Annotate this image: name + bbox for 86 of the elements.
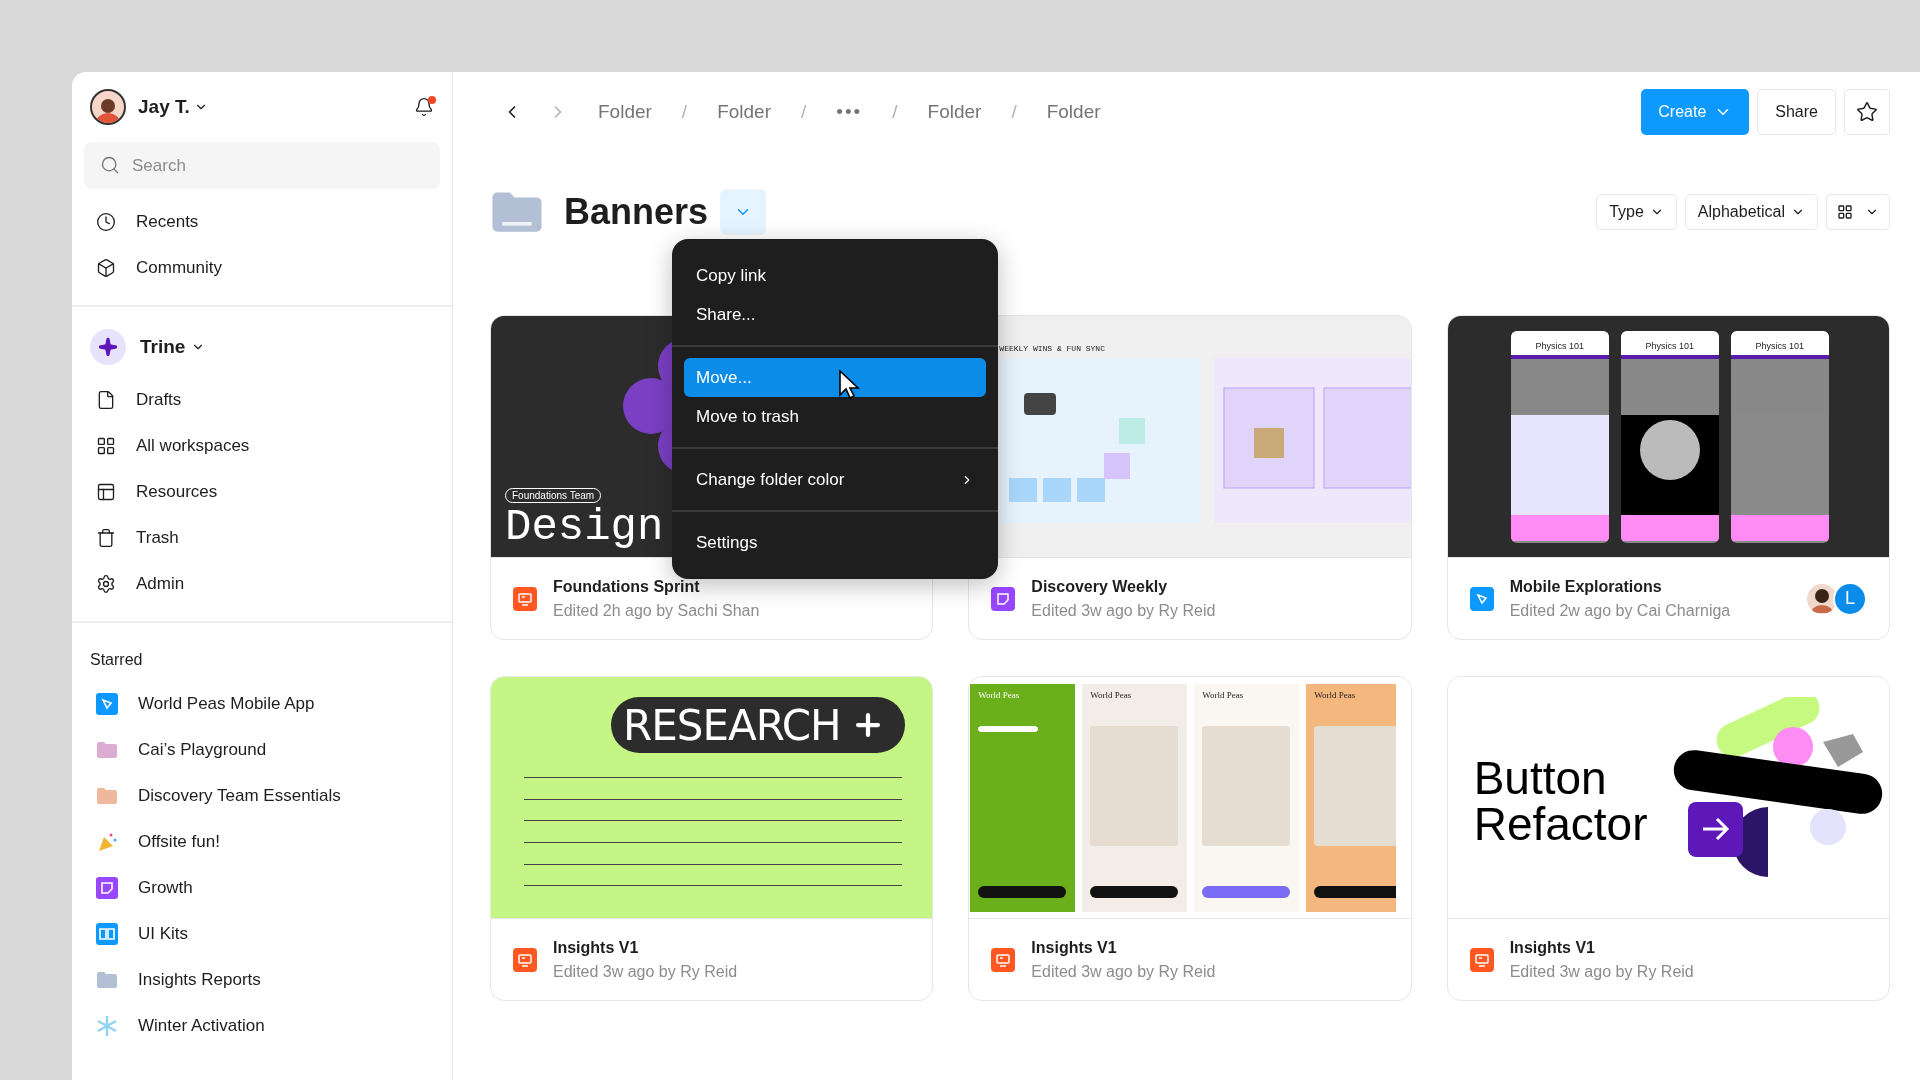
nav-item[interactable]: Community [84,245,440,291]
nav-item[interactable]: All workspaces [84,423,440,469]
share-button[interactable]: Share [1757,89,1836,135]
file-icon [96,390,116,410]
file-title: Insights V1 [1509,938,1596,957]
slides-icon [991,947,1016,972]
file-card[interactable]: Physics 101 Physics 101 Physics 101 Mobile Explorations Edited 2w ago by Cai Charniga L [1446,315,1890,640]
starred-item[interactable]: World Peas Mobile App [84,681,440,727]
nav-item[interactable]: Drafts [84,377,440,423]
nav-item[interactable]: Resources [84,469,440,515]
nav-item[interactable]: Recents [84,199,440,245]
file-meta: Edited 3w ago by Ry Reid [553,962,739,981]
phone-screen-title: Physics 101 [1620,331,1719,355]
starred-item[interactable]: Insights Reports [84,957,440,1003]
starred-item[interactable]: Discovery Team Essentials [84,773,440,819]
layout-icon [96,482,116,502]
screen-title: World Peas [1089,689,1133,702]
view-options-dropdown[interactable] [1826,194,1890,230]
path-slash: / [681,101,688,123]
breadcrumb-link[interactable]: Folder [717,101,771,123]
sparkle-icon [90,329,126,365]
slides-icon [513,947,537,972]
file-card[interactable]: RESEARCH Insights V1 Edited 3w ago by Ry Reid [490,676,934,1001]
screen-title: World Peas [1201,689,1245,702]
file-meta: Edited 3w ago by Ry Reid [1031,962,1217,981]
file-title: Insights V1 [553,938,640,957]
nav-item[interactable]: Trash [84,515,440,561]
screen-title: World Peas [977,689,1021,702]
file-meta: Edited 3w ago by Ry Reid [1509,962,1695,981]
favorite-button[interactable] [1844,89,1890,135]
starred-item[interactable]: Winter Activation [84,1003,440,1049]
folder-icon [490,189,544,235]
search-field[interactable]: Search [84,142,440,189]
cursor-icon [838,369,860,401]
thumbnail-headline: WEEKLY WINS & FUN SYNC [999,344,1105,353]
breadcrumb-link[interactable]: Folder [598,101,652,123]
menu-item[interactable]: Move... [684,358,986,397]
workspace-switcher[interactable]: Trine [140,336,206,358]
breadcrumb-link[interactable]: ••• [836,101,863,123]
file-card[interactable]: WEEKLY WINS & FUN SYNC Discovery Weekly Edited 3w ago by Ry Reid [968,315,1412,640]
thumbnail-headline: Design [505,502,664,552]
file-meta: Edited 3w ago by Ry Reid [1031,601,1217,620]
star-icon [1856,101,1878,123]
nav-item[interactable]: Admin [84,561,440,607]
app-icon [1469,586,1494,611]
file-title: Discovery Weekly [1031,577,1169,596]
starred-item[interactable]: Offsite fun! [84,819,440,865]
settings-icon [96,574,116,594]
research-badge: RESEARCH [611,697,905,753]
filter-dropdown[interactable]: Alphabetical [1684,194,1818,230]
folder-title: Banners [564,191,709,233]
thumbnail-headline: Button Refactor [1473,755,1648,847]
menu-item[interactable]: Copy link [684,256,986,295]
starred-item[interactable]: Cai’s Playground [84,727,440,773]
file-title: Insights V1 [1031,938,1118,957]
file-card[interactable]: World Peas World Peas World Peas World Peas Insights V1 Edited 3w ago by Ry Reid [968,676,1412,1001]
filter-dropdown[interactable]: Type [1596,194,1677,230]
sticky-note-icon [991,586,1016,611]
file-meta: Edited 2h ago by Sachi Shan [553,601,761,620]
section-heading: Starred [89,650,144,670]
file-meta: Edited 2w ago by Cai Charniga [1509,601,1732,620]
box-icon [96,258,116,278]
slides-icon [1469,947,1494,972]
breadcrumb-link[interactable]: Folder [1046,101,1101,123]
grid-icon [96,436,116,456]
search-icon [100,155,120,175]
grid-icon [1837,204,1853,220]
file-title: Foundations Sprint [553,577,701,596]
phone-screen-title: Physics 101 [1510,331,1609,355]
notifications-button[interactable] [414,97,434,117]
path-slash: / [801,101,807,123]
path-slash: / [1011,101,1017,123]
starred-item[interactable]: UI Kits [84,911,440,957]
screen-title: World Peas [1313,689,1357,702]
starred-item[interactable]: Growth [84,865,440,911]
path-slash: / [892,101,898,123]
trash-icon [96,528,116,548]
slides-icon [513,586,537,611]
file-title: Mobile Explorations [1509,577,1663,596]
clock-icon [96,212,116,232]
breadcrumb-link[interactable]: Folder [927,101,982,123]
user-avatar[interactable] [90,89,126,125]
user-avatar: L [1833,581,1867,616]
phone-screen-title: Physics 101 [1730,331,1829,355]
file-card[interactable]: Button Refactor Insights V1 Edited 3w ago by Ry Reid [1446,676,1890,1001]
user-name[interactable]: Jay T. [138,96,190,118]
